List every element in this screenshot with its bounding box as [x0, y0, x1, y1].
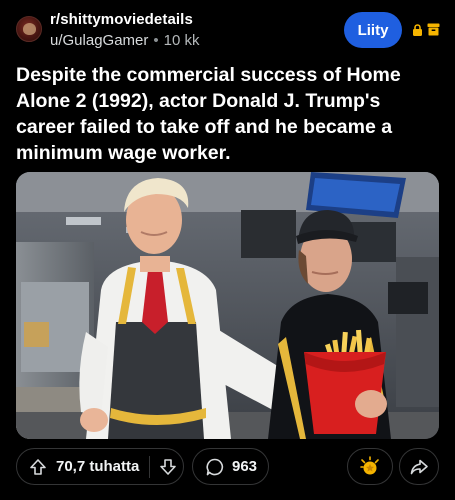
post-header: r/shittymoviedetails u/GulagGamer • 10 kk …	[0, 0, 455, 58]
lock-icon	[413, 24, 422, 36]
upvote-count: 70,7 tuhatta	[56, 458, 140, 475]
share-button[interactable]	[399, 448, 439, 485]
post-image-illustration	[16, 172, 439, 439]
post-meta: u/GulagGamer • 10 kk	[50, 32, 200, 49]
vote-divider	[149, 455, 151, 478]
archive-icon	[427, 23, 440, 36]
join-button[interactable]: Liity	[344, 12, 402, 48]
comments-button[interactable]: 963	[192, 448, 269, 485]
award-icon	[360, 455, 379, 474]
comment-icon	[206, 458, 224, 475]
subreddit-avatar[interactable]	[16, 16, 42, 42]
award-button[interactable]	[347, 448, 393, 485]
comment-count: 963	[232, 458, 258, 475]
post-actions: 70,7 tuhatta 963	[0, 448, 455, 486]
post-title[interactable]: Despite the commercial success of Home A…	[16, 62, 436, 166]
post-age: 10 kk	[163, 32, 200, 49]
subreddit-name[interactable]: r/shittymoviedetails	[50, 11, 193, 28]
meta-separator: •	[153, 32, 159, 49]
share-icon	[410, 459, 428, 474]
author-name[interactable]: u/GulagGamer	[50, 32, 148, 49]
upvote-button[interactable]	[26, 455, 50, 479]
vote-bar: 70,7 tuhatta	[16, 448, 184, 485]
upvote-icon	[30, 458, 46, 475]
downvote-button[interactable]	[156, 455, 180, 479]
post-image[interactable]	[16, 172, 439, 439]
downvote-icon	[160, 458, 177, 475]
